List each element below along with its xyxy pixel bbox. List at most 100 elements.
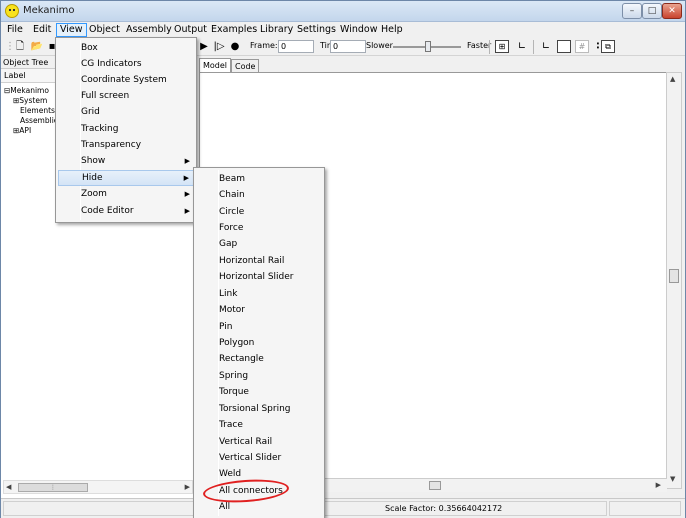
canvas-horizontal-scrollbar[interactable]: ▶ bbox=[325, 478, 667, 492]
axes-icon[interactable]: ∟ bbox=[515, 39, 529, 55]
menu-assembly[interactable]: Assembly bbox=[123, 23, 175, 37]
app-window: Mekanimo – □ ✕ File Edit View Object Ass… bbox=[0, 0, 686, 518]
hide-menu-item-horizontal-rail[interactable]: Horizontal Rail bbox=[196, 253, 284, 269]
menu-help[interactable]: Help bbox=[378, 23, 406, 37]
tab-code[interactable]: Code bbox=[231, 59, 260, 73]
tree-item-system[interactable]: ⊞System bbox=[13, 96, 47, 106]
toolbar-separator bbox=[533, 40, 534, 54]
scroll-down-icon[interactable]: ▼ bbox=[670, 475, 675, 483]
view-menu-item-tracking[interactable]: Tracking bbox=[58, 121, 194, 137]
tree-scroll-thumb[interactable]: ⋮ bbox=[18, 483, 88, 492]
hide-menu-item-polygon[interactable]: Polygon bbox=[196, 335, 254, 351]
window-title: Mekanimo bbox=[23, 5, 75, 16]
menu-settings[interactable]: Settings bbox=[294, 23, 339, 37]
scroll-right-icon[interactable]: ▶ bbox=[656, 481, 661, 489]
hide-menu-item-gap[interactable]: Gap bbox=[196, 236, 237, 252]
new-file-icon[interactable]: 🗋 bbox=[13, 39, 27, 55]
menu-object[interactable]: Object bbox=[86, 23, 123, 37]
scale-factor-text: Scale Factor: 0.35664042172 bbox=[385, 504, 503, 513]
view-menu-item-show[interactable]: Show ▶ bbox=[58, 153, 194, 169]
menu-examples[interactable]: Examples bbox=[208, 23, 260, 37]
menu-item-label: Tracking bbox=[81, 124, 119, 134]
tree-item-label: API bbox=[19, 126, 32, 135]
box-icon[interactable] bbox=[557, 40, 571, 53]
menu-view[interactable]: View bbox=[56, 23, 87, 37]
menu-item-label: CG Indicators bbox=[81, 59, 142, 69]
hide-menu-item-beam[interactable]: Beam bbox=[196, 171, 245, 187]
view-menu-item-hide[interactable]: Hide ▶ bbox=[58, 170, 194, 186]
hide-menu-item-spring[interactable]: Spring bbox=[196, 368, 248, 384]
time-input[interactable]: 0 bbox=[330, 40, 366, 53]
maximize-button[interactable]: □ bbox=[642, 3, 662, 19]
hide-menu-item-torque[interactable]: Torque bbox=[196, 384, 249, 400]
menu-edit[interactable]: Edit bbox=[30, 23, 54, 37]
toolbar-separator bbox=[489, 40, 490, 54]
canvas-vertical-scrollbar[interactable]: ▲ ▼ bbox=[666, 72, 682, 489]
record-icon[interactable]: ● bbox=[230, 39, 240, 55]
menu-library[interactable]: Library bbox=[257, 23, 296, 37]
toolbar-grip: ⋮ bbox=[5, 41, 15, 52]
hide-menu-item-link[interactable]: Link bbox=[196, 286, 237, 302]
open-folder-icon[interactable]: 📂 bbox=[30, 39, 44, 55]
menu-item-label: Box bbox=[81, 43, 98, 53]
view-menu-item-box[interactable]: Box bbox=[58, 40, 194, 56]
tree-item-label: Elements bbox=[20, 106, 55, 115]
view-menu-item-coordinate-system[interactable]: Coordinate System bbox=[58, 72, 194, 88]
fit-view-icon[interactable]: ⊞ bbox=[495, 40, 509, 53]
tree-item-elements[interactable]: Elements bbox=[20, 106, 55, 116]
hide-submenu-dropdown: Beam Chain Circle Force Gap Horizontal R… bbox=[193, 167, 325, 518]
hide-menu-item-chain[interactable]: Chain bbox=[196, 187, 245, 203]
view-menu-item-transparency[interactable]: Transparency bbox=[58, 137, 194, 153]
faster-label: Faster bbox=[467, 41, 492, 50]
hide-menu-item-weld[interactable]: Weld bbox=[196, 466, 241, 482]
tree-item-api[interactable]: ⊞API bbox=[13, 126, 31, 136]
tree-item-root[interactable]: ⊟Mekanimo bbox=[4, 86, 49, 96]
grid-icon[interactable]: # bbox=[575, 40, 589, 53]
tree-horizontal-scrollbar[interactable]: ◀ ⋮ ▶ bbox=[3, 480, 193, 494]
scroll-up-icon[interactable]: ▲ bbox=[670, 75, 675, 83]
menu-item-label: Code Editor bbox=[81, 206, 134, 216]
corner-icon[interactable]: ∟ bbox=[539, 39, 553, 55]
hide-menu-item-pin[interactable]: Pin bbox=[196, 319, 232, 335]
hide-menu-item-rectangle[interactable]: Rectangle bbox=[196, 351, 264, 367]
slower-label: Slower bbox=[366, 41, 393, 50]
menu-item-label: Grid bbox=[81, 107, 100, 117]
menu-item-label: Coordinate System bbox=[81, 75, 167, 85]
menu-file[interactable]: File bbox=[4, 23, 26, 37]
title-bar: Mekanimo – □ ✕ bbox=[1, 1, 685, 22]
play-icon[interactable]: ▶ bbox=[199, 39, 209, 55]
menu-bar: File Edit View Object Assembly Output Ex… bbox=[1, 22, 685, 38]
hide-menu-item-torsional-spring[interactable]: Torsional Spring bbox=[196, 401, 291, 417]
tree-item-label: Mekanimo bbox=[10, 86, 49, 95]
scroll-left-icon[interactable]: ◀ bbox=[6, 483, 11, 491]
tree-item-label: System bbox=[19, 96, 48, 105]
hide-menu-item-trace[interactable]: Trace bbox=[196, 417, 243, 433]
canvas-hscroll-thumb[interactable] bbox=[429, 481, 441, 490]
hide-menu-item-motor[interactable]: Motor bbox=[196, 302, 245, 318]
view-menu-item-full-screen[interactable]: Full screen bbox=[58, 88, 194, 104]
speed-slider-thumb[interactable] bbox=[425, 41, 431, 52]
view-menu-item-code-editor[interactable]: Code Editor ▶ bbox=[58, 203, 194, 219]
view-menu-item-grid[interactable]: Grid bbox=[58, 104, 194, 120]
hide-menu-item-force[interactable]: Force bbox=[196, 220, 243, 236]
close-button[interactable]: ✕ bbox=[662, 3, 682, 19]
menu-output[interactable]: Output bbox=[171, 23, 210, 37]
view-menu-item-zoom[interactable]: Zoom ▶ bbox=[58, 186, 194, 202]
hide-menu-item-vertical-rail[interactable]: Vertical Rail bbox=[196, 434, 272, 450]
step-icon[interactable]: |▷ bbox=[213, 39, 225, 55]
hide-menu-item-vertical-slider[interactable]: Vertical Slider bbox=[196, 450, 281, 466]
menu-item-label: Show bbox=[81, 156, 106, 166]
scroll-right-icon[interactable]: ▶ bbox=[185, 483, 190, 491]
minimize-button[interactable]: – bbox=[622, 3, 642, 19]
frame-input[interactable]: 0 bbox=[278, 40, 314, 53]
tab-model[interactable]: Model bbox=[199, 58, 232, 73]
canvas-vscroll-thumb[interactable] bbox=[669, 269, 679, 283]
view-menu-item-cg-indicators[interactable]: CG Indicators bbox=[58, 56, 194, 72]
frame-label: Frame: bbox=[250, 41, 278, 50]
menu-item-label: Zoom bbox=[81, 189, 107, 199]
menu-window[interactable]: Window bbox=[337, 23, 380, 37]
hide-menu-item-circle[interactable]: Circle bbox=[196, 204, 244, 220]
hide-menu-item-horizontal-slider[interactable]: Horizontal Slider bbox=[196, 269, 293, 285]
overlap-icon[interactable]: ⧉ bbox=[601, 40, 615, 53]
menu-item-label: Hide bbox=[82, 173, 103, 183]
